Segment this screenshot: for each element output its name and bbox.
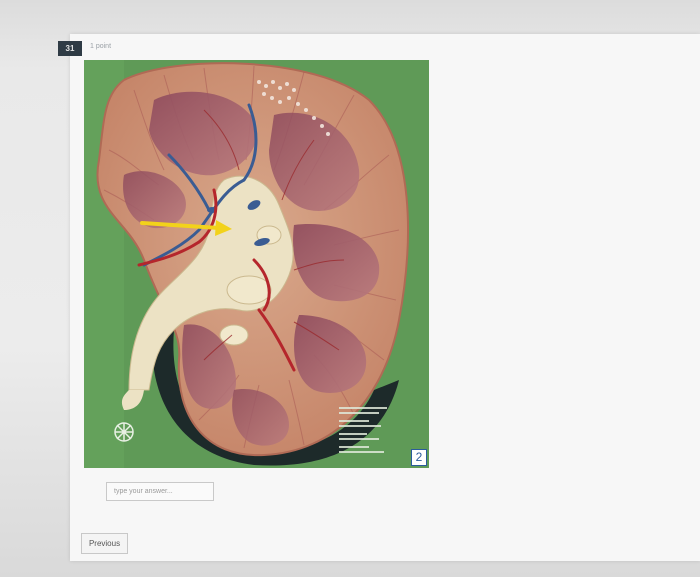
kidney-model-image: 2 xyxy=(84,60,429,468)
kidney-illustration xyxy=(84,60,429,468)
question-number-badge: 31 xyxy=(58,41,82,56)
previous-button[interactable]: Previous xyxy=(81,533,128,554)
answer-input[interactable] xyxy=(106,482,214,501)
question-points: 1 point xyxy=(90,43,112,50)
company-logo xyxy=(114,422,134,442)
figure-number-label: 2 xyxy=(411,449,427,466)
